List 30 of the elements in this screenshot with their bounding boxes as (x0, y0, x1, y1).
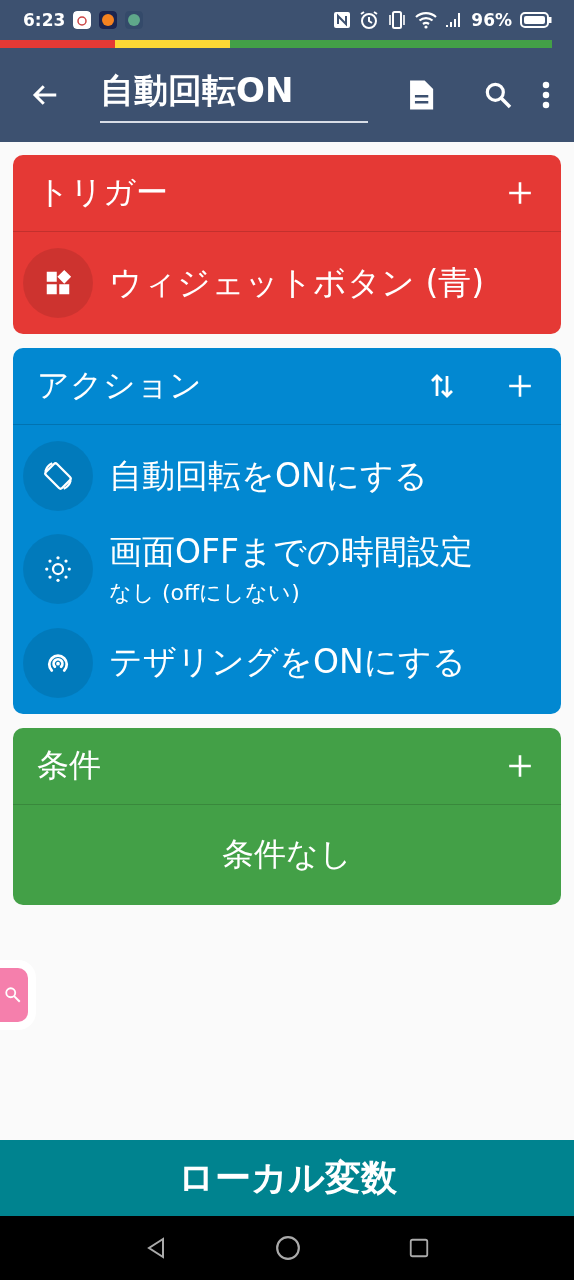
item-detail: なし (offにしない) (109, 578, 301, 607)
vibrate-icon (387, 10, 408, 30)
local-variables-button[interactable]: ローカル変数 (0, 1140, 574, 1216)
plus-icon (507, 752, 533, 779)
rotate-icon (41, 459, 75, 493)
app-notification-icon (99, 11, 118, 29)
app-notification-icon (125, 11, 144, 29)
recents-nav-icon[interactable] (408, 1237, 431, 1259)
plus-icon (507, 180, 533, 206)
title-field[interactable]: 自動回転ON (100, 67, 368, 123)
nfc-icon (333, 11, 352, 29)
search-icon (4, 986, 22, 1004)
item-label[interactable]: 自動回転をONにする (109, 454, 428, 498)
section-title: トリガー (37, 172, 169, 213)
more-icon (540, 80, 552, 110)
alarm-icon (359, 10, 380, 30)
app-notification-icon (73, 11, 92, 29)
plus-icon (507, 373, 533, 399)
battery-percent: 96% (471, 10, 512, 30)
item-label[interactable]: 画面OFFまでの時間設定 (109, 531, 473, 574)
battery-icon (520, 11, 552, 29)
empty-message: 条件なし (221, 833, 353, 875)
brightness-icon (43, 554, 73, 585)
item-label[interactable]: テザリングをONにする (109, 641, 466, 685)
section-title: 条件 (37, 744, 102, 786)
section-title: アクション (37, 365, 203, 406)
home-nav-icon[interactable] (275, 1235, 301, 1261)
item-label[interactable]: ウィジェットボタン (青) (109, 261, 485, 305)
wifi-icon (415, 11, 438, 29)
status-time: 6:23 (23, 10, 66, 30)
